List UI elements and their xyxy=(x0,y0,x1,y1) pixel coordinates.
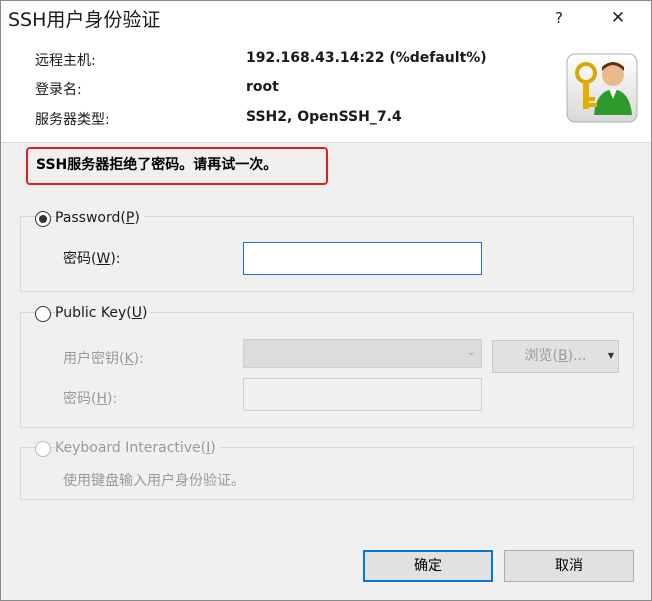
login-name-value: root xyxy=(246,79,279,95)
server-type-label: 服务器类型: xyxy=(35,112,110,128)
keyboard-interactive-description: 使用键盘输入用户身份验证。 xyxy=(63,473,245,489)
passphrase-input[interactable] xyxy=(243,378,482,411)
help-button[interactable]: ? xyxy=(536,1,582,35)
user-key-label: 用户密钥(K): xyxy=(63,351,144,367)
dropdown-arrow-icon: ▼ xyxy=(607,351,614,360)
keyboard-interactive-radio[interactable] xyxy=(35,441,51,457)
connection-info-panel: 远程主机: 192.168.43.14:22 (%default%) 登录名: … xyxy=(1,35,651,143)
error-message: SSH服务器拒绝了密码。请再试一次。 xyxy=(36,157,278,173)
close-button[interactable]: ✕ xyxy=(595,1,641,35)
title-bar: SSH用户身份验证 ? ✕ xyxy=(1,1,651,35)
login-name-label: 登录名: xyxy=(35,82,82,98)
password-field-label: 密码(W): xyxy=(63,251,121,267)
public-key-radio[interactable] xyxy=(35,306,51,322)
passphrase-label: 密码(H): xyxy=(63,391,118,407)
browse-button[interactable]: 浏览(B)... ▼ xyxy=(492,340,619,373)
password-input[interactable] xyxy=(243,242,482,275)
chevron-down-icon: ⌄ xyxy=(466,347,475,358)
server-type-value: SSH2, OpenSSH_7.4 xyxy=(246,109,402,125)
password-radio[interactable] xyxy=(35,211,51,227)
dialog-title: SSH用户身份验证 xyxy=(8,9,161,31)
keyboard-interactive-radio-label[interactable]: Keyboard Interactive(I) xyxy=(55,440,220,456)
user-key-select[interactable]: ⌄ xyxy=(243,339,482,368)
remote-host-label: 远程主机: xyxy=(35,53,96,69)
remote-host-value: 192.168.43.14:22 (%default%) xyxy=(246,50,487,66)
ssh-auth-dialog: SSH用户身份验证 ? ✕ 远程主机: 192.168.43.14:22 (%d… xyxy=(0,0,652,601)
ok-button[interactable]: 确定 xyxy=(363,550,493,582)
cancel-button[interactable]: 取消 xyxy=(504,550,634,582)
user-key-icon xyxy=(566,53,638,123)
public-key-radio-label[interactable]: Public Key(U) xyxy=(55,305,152,321)
password-radio-label[interactable]: Password(P) xyxy=(55,210,144,226)
